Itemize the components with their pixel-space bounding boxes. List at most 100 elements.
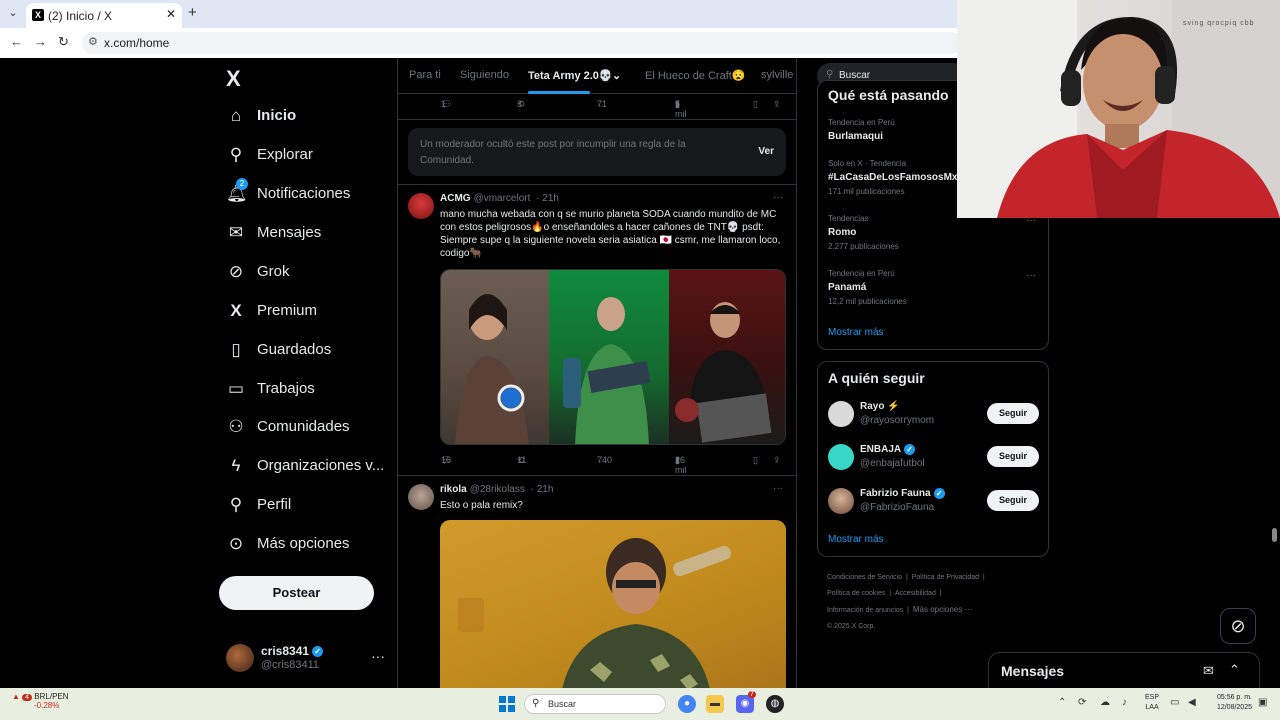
nav-organizaciones[interactable]: ϟ Organizaciones v... <box>224 453 394 483</box>
language-indicator[interactable]: ESP LAA <box>1145 693 1159 713</box>
follow-suggestion[interactable]: Fabrizio Fauna ✓ @FabrizioFauna Seguir <box>828 486 1040 522</box>
lang-bottom: LAA <box>1145 704 1159 711</box>
nav-label: Notificaciones <box>257 185 351 202</box>
monitor-icon[interactable]: ▭ <box>1170 697 1179 708</box>
suggestion-name: ENBAJA <box>860 444 902 456</box>
follow-button[interactable]: Seguir <box>987 403 1039 424</box>
avatar[interactable] <box>408 193 434 219</box>
author-name[interactable]: ACMG <box>440 193 471 204</box>
footer-link[interactable]: Condiciones de Servicio <box>827 574 902 581</box>
tab-sylville[interactable]: sylville <box>761 69 793 81</box>
close-icon[interactable]: ✕ <box>166 7 176 21</box>
sync-icon[interactable]: ⟳ <box>1078 697 1086 708</box>
messages-drawer[interactable]: Mensajes ✉ ⌃ <box>988 652 1260 692</box>
footer-link[interactable]: Accesibilidad <box>895 590 936 597</box>
share-icon[interactable]: ⇪ <box>773 99 781 110</box>
nav-grok[interactable]: ⊘ Grok <box>224 259 394 289</box>
tab-siguiendo[interactable]: Siguiendo <box>460 69 509 81</box>
tab-teta-army[interactable]: Teta Army 2.0💀 <box>528 69 613 82</box>
reload-icon[interactable]: ↻ <box>58 34 69 50</box>
tab-el-hueco-de-craft[interactable]: El Hueco de Craft😧 <box>645 69 746 82</box>
tab-list-icon[interactable]: ⌄ <box>4 4 22 22</box>
post-time[interactable]: · 21h <box>536 193 559 204</box>
briefcase-icon: ▭ <box>227 379 245 398</box>
more-icon[interactable]: ··· <box>773 192 783 203</box>
compose-message-icon[interactable]: ✉ <box>1203 663 1214 679</box>
post-media[interactable] <box>440 269 786 445</box>
forward-icon[interactable]: → <box>34 34 47 49</box>
nav-explorar[interactable]: ⚲ Explorar <box>224 142 394 172</box>
tab-para-ti[interactable]: Para ti <box>409 69 441 81</box>
clock[interactable]: 05:56 p. m. 12/08/2025 <box>1208 693 1252 713</box>
nav-notificaciones[interactable]: 🔔︎ 2 Notificaciones <box>224 178 394 211</box>
more-icon[interactable]: ··· <box>371 648 385 664</box>
follow-suggestion[interactable]: Rayo ⚡ @rayosorrymom Seguir <box>828 399 1040 435</box>
obs-icon[interactable]: ◍ <box>766 695 784 713</box>
site-info-icon[interactable]: ⚙ <box>88 35 98 48</box>
url-field[interactable]: ⚙ x.com/home <box>82 32 962 54</box>
back-icon[interactable]: ← <box>10 34 23 49</box>
chevron-up-icon[interactable]: ⌃ <box>1058 697 1066 708</box>
scrollbar-thumb[interactable] <box>1272 528 1277 542</box>
trend-name[interactable]: Panamá <box>828 282 866 293</box>
nav-perfil[interactable]: ⚲ Perfil <box>224 492 394 522</box>
windows-start-icon[interactable] <box>499 696 515 712</box>
nav-premium[interactable]: X Premium <box>224 298 394 328</box>
avatar[interactable] <box>408 484 434 510</box>
media-image <box>441 270 549 444</box>
more-icon[interactable]: ··· <box>1026 270 1036 281</box>
bookmark-icon[interactable]: ▯ <box>753 99 758 110</box>
post-button[interactable]: Postear <box>219 576 374 610</box>
follow-button[interactable]: Seguir <box>987 490 1039 511</box>
who-to-follow-panel: A quién seguir Rayo ⚡ @rayosorrymom Segu… <box>817 361 1049 557</box>
footer-link[interactable]: Política de cookies <box>827 590 885 597</box>
footer-link[interactable]: Información de anuncios <box>827 607 903 614</box>
author-name[interactable]: rikola <box>440 484 467 495</box>
taskbar-search[interactable]: ⚲ Buscar <box>524 694 666 714</box>
divider <box>398 475 796 476</box>
chevron-down-icon[interactable]: ⌄ <box>612 69 621 82</box>
post-header: ACMG @vmarcelort · 21h <box>440 193 559 204</box>
chrome-icon[interactable]: ● <box>678 695 696 713</box>
footer-more[interactable]: Más opciones ··· <box>913 605 973 614</box>
webcam-mirrored-text: sving qrocpiq cbb <box>1183 20 1255 27</box>
avatar <box>828 444 854 470</box>
browser-tab[interactable]: X (2) Inicio / X ✕ <box>26 3 182 28</box>
trend-name[interactable]: #LaCasaDeLosFamososMx <box>828 172 958 183</box>
nav-trabajos[interactable]: ▭ Trabajos <box>224 376 394 406</box>
cloud-icon[interactable]: ☁ <box>1100 697 1110 708</box>
nav-mensajes[interactable]: ✉ Mensajes <box>224 220 394 250</box>
plus-icon[interactable]: + <box>188 4 197 21</box>
trend-name[interactable]: Romo <box>828 227 856 238</box>
follow-button[interactable]: Seguir <box>987 446 1039 467</box>
folder-icon[interactable]: ▬ <box>706 695 724 713</box>
account-name: cris8341 <box>261 644 310 658</box>
show-post-button[interactable]: Ver <box>758 146 774 157</box>
more-icon[interactable]: ··· <box>773 483 783 494</box>
account-switcher[interactable]: cris8341 ✓ @cris83411 ··· <box>226 642 396 678</box>
nav-label: Comunidades <box>257 418 350 435</box>
author-handle[interactable]: @28rikolass <box>470 484 525 495</box>
who-show-more[interactable]: Mostrar más <box>828 534 884 545</box>
trends-show-more[interactable]: Mostrar más <box>828 327 884 338</box>
volume-icon[interactable]: ◀ <box>1188 697 1196 708</box>
expand-icon[interactable]: ⌃ <box>1229 662 1240 678</box>
author-handle[interactable]: @vmarcelort <box>474 193 531 204</box>
nav-comunidades[interactable]: ⚇ Comunidades <box>224 414 394 444</box>
bookmark-icon[interactable]: ▯ <box>753 455 758 466</box>
footer-link[interactable]: Política de Privacidad <box>912 574 979 581</box>
microphone-icon[interactable]: ♪ <box>1122 697 1127 708</box>
nav-guardados[interactable]: ▯ Guardados <box>224 337 394 367</box>
account-handle: @cris83411 <box>261 659 320 671</box>
nav-mas-opciones[interactable]: ⊙ Más opciones <box>224 531 394 561</box>
grok-icon[interactable]: ⊘ <box>1220 608 1256 644</box>
share-icon[interactable]: ⇪ <box>773 455 781 466</box>
post-time[interactable]: · 21h <box>531 484 554 495</box>
nav-inicio[interactable]: ⌂ Inicio <box>224 103 394 133</box>
trend-name[interactable]: Burlamaqui <box>828 131 883 142</box>
notification-icon[interactable]: ▣ <box>1258 697 1267 708</box>
follow-suggestion[interactable]: ENBAJA ✓ @enbajafutbol Seguir <box>828 442 1040 478</box>
post-media[interactable] <box>440 520 786 688</box>
x-logo-icon[interactable]: X <box>226 66 241 92</box>
stock-widget[interactable]: ▲ 4 BRL/PEN -0.28% <box>12 692 69 710</box>
